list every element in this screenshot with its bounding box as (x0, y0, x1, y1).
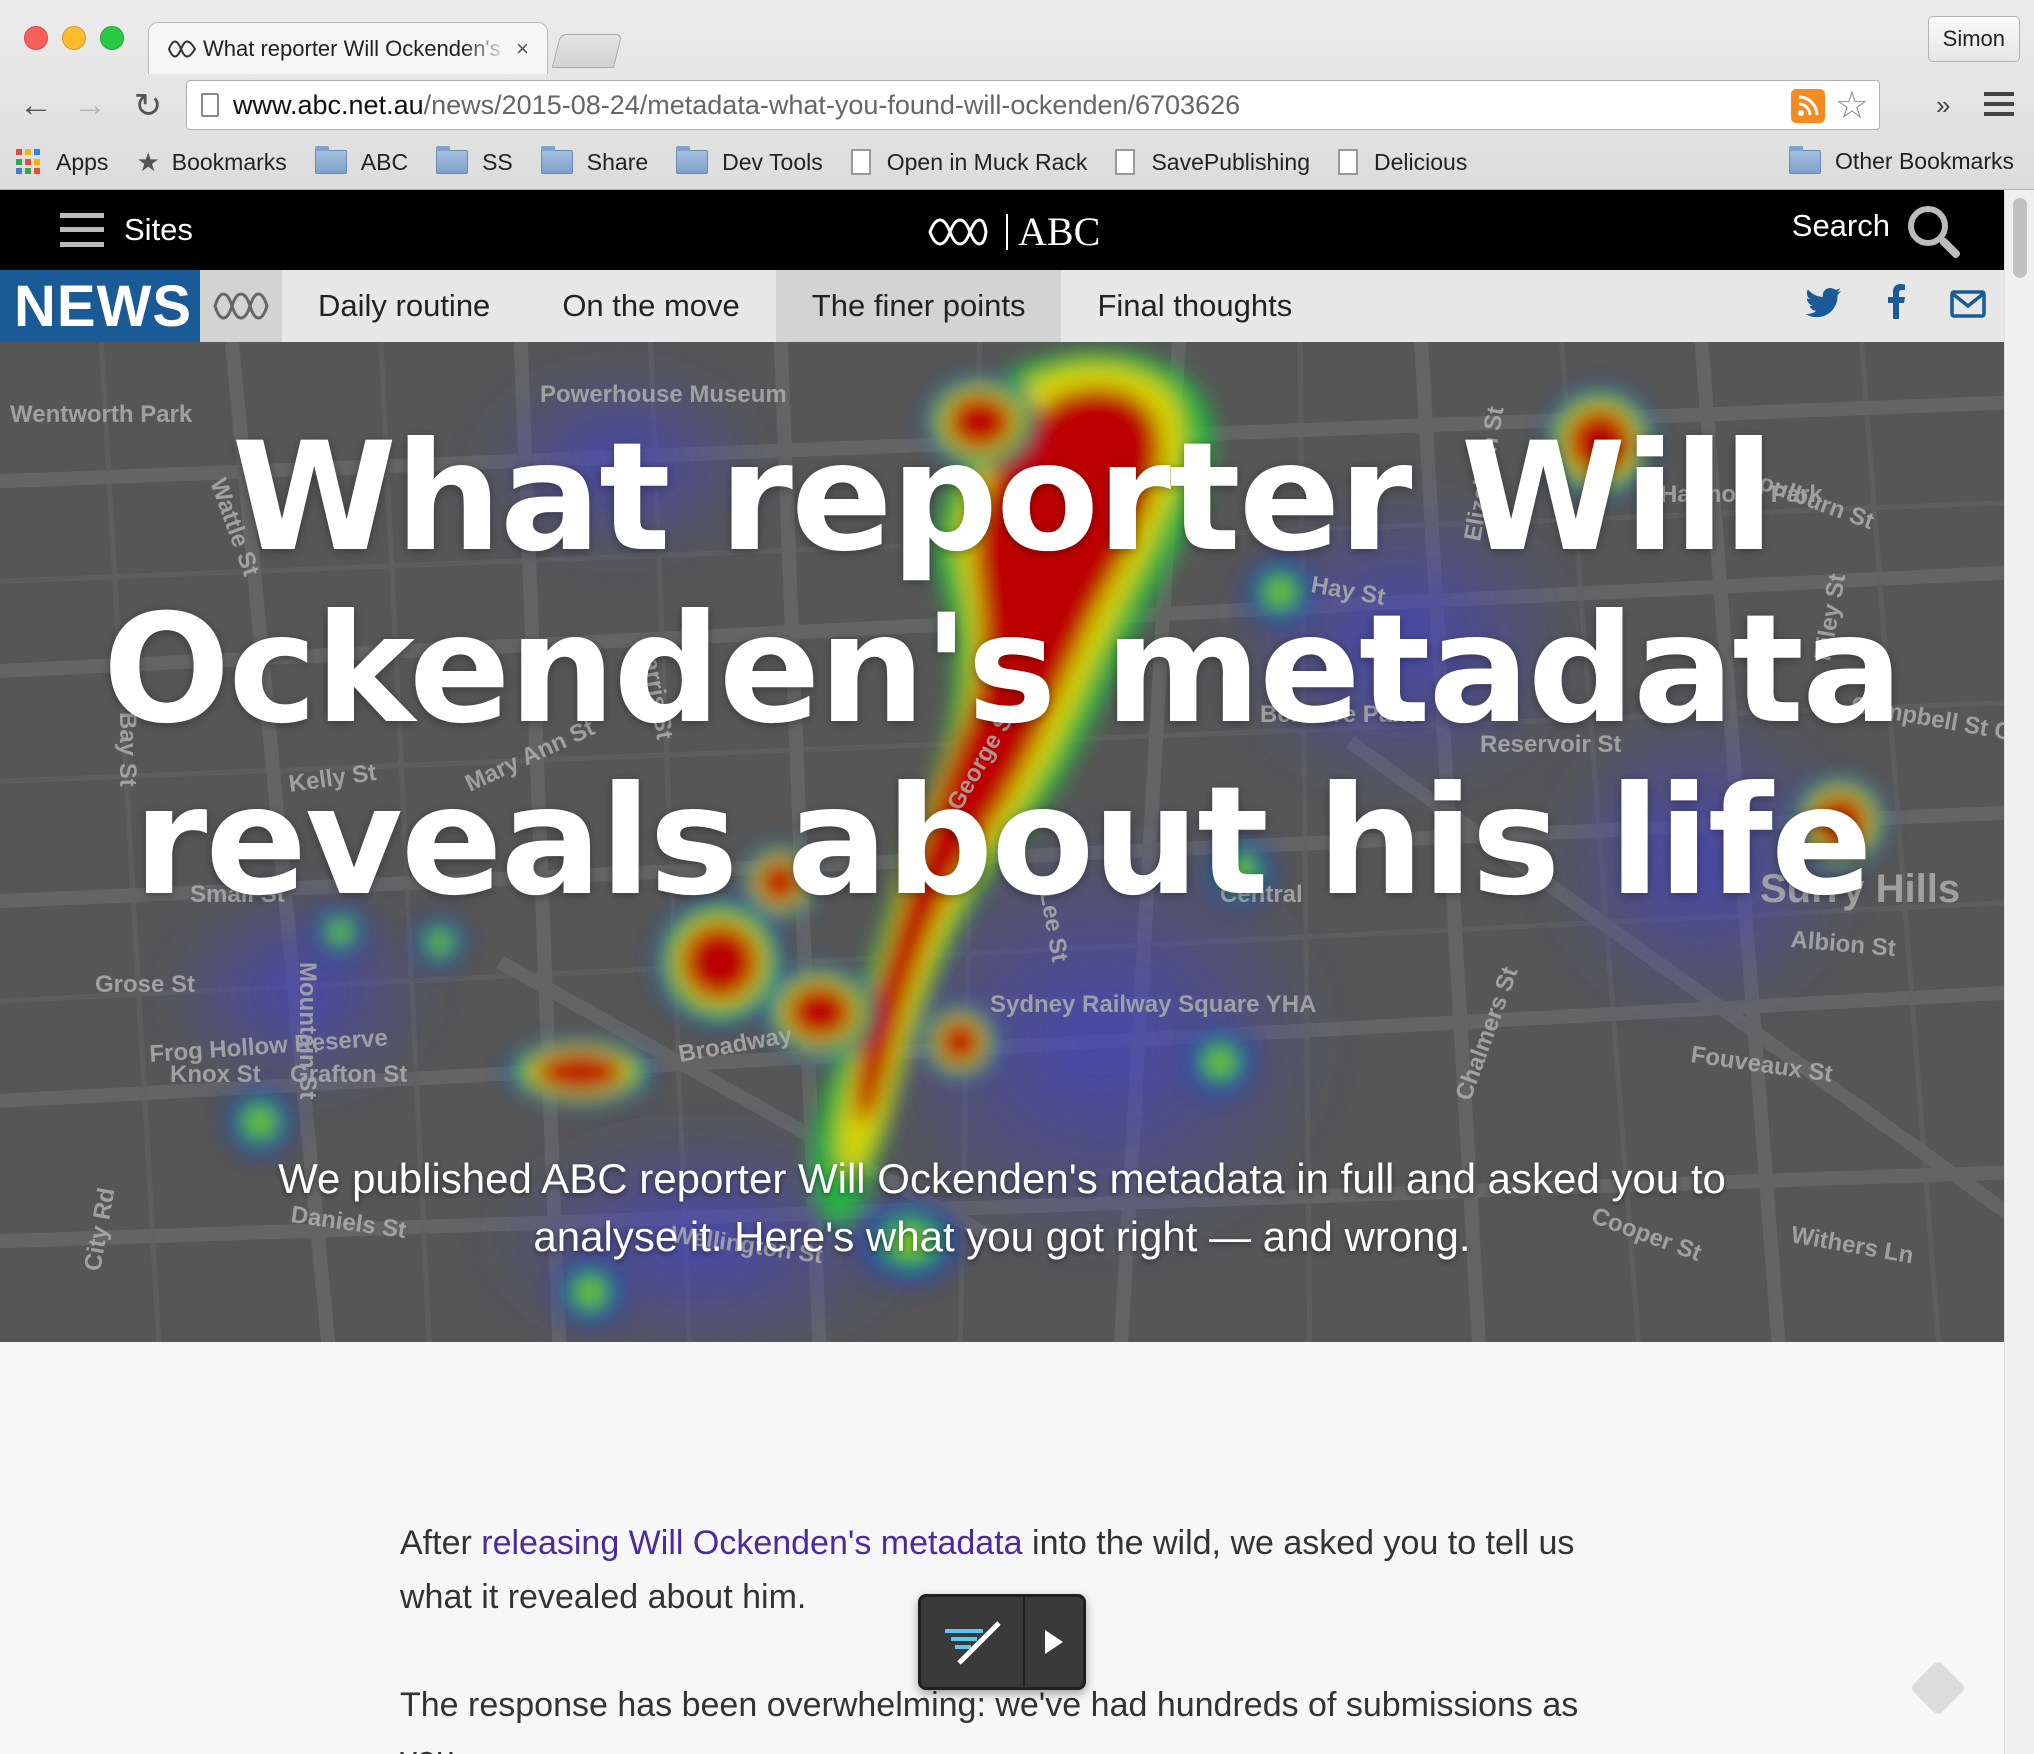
url-host: www.abc.net.au (233, 89, 424, 120)
sites-menu-button[interactable]: Sites (60, 212, 193, 248)
reload-icon[interactable]: ↻ (128, 86, 168, 126)
tab-title: What reporter Will Ockenden's metadata r… (203, 35, 508, 61)
news-logo[interactable]: NEWS (0, 270, 200, 342)
facebook-icon[interactable] (1860, 283, 1932, 329)
page-icon (1115, 149, 1136, 175)
tab-final-thoughts[interactable]: Final thoughts (1061, 270, 1328, 342)
article-headline: What reporter Will Ockenden's metadata r… (102, 411, 1903, 929)
sites-label: Sites (124, 212, 193, 247)
other-bookmarks[interactable]: Other Bookmarks (1789, 145, 2014, 175)
close-window-button[interactable] (24, 26, 48, 50)
bookmark-folder-dev-tools[interactable]: Dev Tools (676, 146, 823, 176)
bookmark-muck-rack[interactable]: Open in Muck Rack (850, 148, 1088, 176)
bookmark-label: Apps (56, 148, 109, 175)
browser-toolbar: ← → ↻ www.abc.net.au/news/2015-08-24/met… (0, 76, 2034, 136)
play-icon (1045, 1630, 1063, 1654)
browser-tab[interactable]: What reporter Will Ockenden's metadata r… (148, 22, 548, 74)
zoom-window-button[interactable] (100, 26, 124, 50)
abc-mark-icon (200, 270, 282, 342)
folder-icon (540, 146, 573, 174)
tab-close-icon[interactable]: × (516, 36, 529, 62)
bookmark-bookmarks[interactable]: ★ Bookmarks (136, 147, 286, 178)
page-icon (201, 93, 219, 117)
rss-icon[interactable] (1791, 89, 1825, 123)
bookmark-folder-share[interactable]: Share (540, 146, 649, 176)
other-bookmarks-label: Other Bookmarks (1835, 148, 2014, 174)
extensions-overflow-button[interactable]: » (1936, 90, 1950, 121)
abc-logo[interactable]: ABC (926, 208, 1100, 255)
bookmark-apps[interactable]: Apps (16, 149, 108, 176)
paragraph-text: After (400, 1524, 482, 1562)
news-nav-bar: NEWS Daily routine On the move The finer… (0, 270, 2004, 342)
tab-on-the-move[interactable]: On the move (526, 270, 775, 342)
tab-the-finer-points[interactable]: The finer points (775, 270, 1062, 342)
bookmark-folder-ss[interactable]: SS (436, 146, 513, 176)
folder-icon (1789, 145, 1822, 174)
star-icon: ★ (136, 146, 160, 177)
hamburger-icon (60, 213, 104, 247)
folder-icon (436, 146, 469, 174)
search-label: Search (1791, 208, 1890, 243)
address-bar[interactable]: www.abc.net.au/news/2015-08-24/metadata-… (186, 80, 1880, 130)
back-arrow-icon[interactable]: ← (16, 86, 56, 125)
folder-icon (314, 146, 347, 174)
bookmark-delicious[interactable]: Delicious (1338, 149, 1467, 176)
hero-banner: Wentworth Park Powerhouse Museum Harmony P… (0, 342, 2004, 1342)
profile-button[interactable]: Simon (1927, 16, 2020, 62)
tab-daily-routine[interactable]: Daily routine (282, 270, 526, 342)
floating-badge-icon[interactable] (1909, 1659, 1967, 1717)
scrollbar-thumb[interactable] (2013, 198, 2027, 278)
bookmark-label: Dev Tools (722, 148, 823, 175)
story-section-tabs: Daily routine On the move The finer poin… (282, 270, 1328, 342)
bookmark-label: ABC (360, 148, 409, 175)
apps-grid-icon (16, 149, 42, 175)
bookmark-label: Delicious (1374, 148, 1468, 175)
twitter-icon[interactable] (1788, 285, 1860, 328)
page-icon (850, 149, 871, 175)
bookmark-savepublishing[interactable]: SavePublishing (1115, 149, 1310, 176)
browser-chrome: What reporter Will Ockenden's metadata r… (0, 0, 2034, 190)
site-search-button[interactable]: Search (1792, 206, 1948, 246)
player-logo-icon (921, 1597, 1025, 1687)
search-icon (1908, 206, 1948, 246)
bookmark-label: Open in Muck Rack (886, 148, 1088, 175)
email-icon[interactable] (1932, 285, 2004, 328)
play-button[interactable] (1025, 1597, 1083, 1687)
bookmark-label: SS (482, 148, 513, 175)
web-page: Sites ABC Search NEWS Daily routine On t… (0, 190, 2004, 1754)
url-text[interactable]: www.abc.net.au/news/2015-08-24/metadata-… (233, 90, 1240, 121)
abc-global-header: Sites ABC Search (0, 190, 2004, 270)
browser-menu-icon[interactable] (1984, 92, 2014, 116)
bookmark-label: Share (586, 148, 649, 175)
bookmarks-bar: Apps ★ Bookmarks ABC SS Share Dev Tools … (0, 140, 2034, 184)
abc-lissajous-icon (928, 218, 988, 245)
forward-arrow-icon[interactable]: → (70, 86, 110, 125)
bookmark-folder-abc[interactable]: ABC (314, 146, 409, 176)
folder-icon (676, 146, 709, 174)
page-scrollbar[interactable] (2004, 190, 2034, 1754)
share-buttons (1788, 270, 2004, 342)
minimize-window-button[interactable] (62, 26, 86, 50)
article-standfirst: We published ABC reporter Will Ockenden'… (278, 1155, 1726, 1260)
bookmark-star-icon[interactable]: ☆ (1835, 83, 1869, 128)
url-path: /news/2015-08-24/metadata-what-you-found… (423, 89, 1241, 120)
page-icon (1338, 149, 1358, 175)
window-controls (24, 26, 124, 50)
logo-separator (1006, 213, 1008, 250)
audio-player-widget[interactable] (918, 1594, 1086, 1690)
metadata-release-link[interactable]: releasing Will Ockenden's metadata (481, 1524, 1022, 1562)
bookmark-label: Bookmarks (171, 148, 287, 175)
new-tab-button[interactable] (551, 34, 623, 68)
abc-favicon-icon (167, 40, 197, 57)
bookmark-label: SavePublishing (1151, 148, 1310, 175)
abc-logo-text: ABC (1018, 209, 1101, 254)
